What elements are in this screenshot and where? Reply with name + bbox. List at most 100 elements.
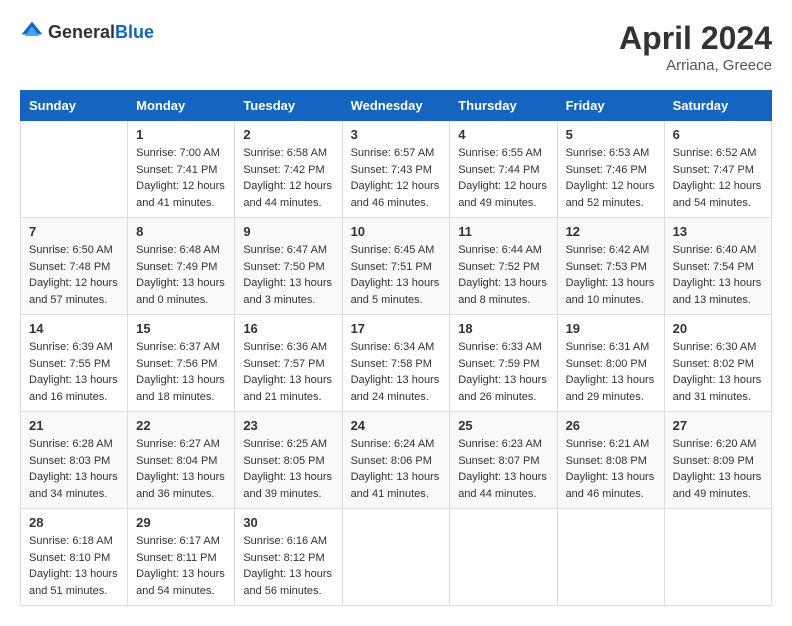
day-info: Sunrise: 6:57 AMSunset: 7:43 PMDaylight:… xyxy=(351,145,442,211)
day-number: 14 xyxy=(29,321,119,336)
day-number: 1 xyxy=(136,127,226,142)
calendar-cell xyxy=(21,121,128,218)
day-number: 4 xyxy=(458,127,548,142)
week-row-1: 1 Sunrise: 7:00 AMSunset: 7:41 PMDaylight… xyxy=(21,121,772,218)
calendar-cell: 28 Sunrise: 6:18 AMSunset: 8:10 PMDayligh… xyxy=(21,509,128,606)
day-number: 24 xyxy=(351,418,442,433)
calendar-cell: 22 Sunrise: 6:27 AMSunset: 8:04 PMDayligh… xyxy=(128,412,235,509)
location: Arriana, Greece xyxy=(619,57,772,74)
day-number: 6 xyxy=(673,127,763,142)
calendar-cell xyxy=(450,509,557,606)
calendar-cell: 20Sunrise: 6:30 AMSunset: 8:02 PMDayligh… xyxy=(664,315,771,412)
calendar-cell: 25Sunrise: 6:23 AMSunset: 8:07 PMDayligh… xyxy=(450,412,557,509)
calendar-cell: 26 Sunrise: 6:21 AMSunset: 8:08 PMDayligh… xyxy=(557,412,664,509)
day-number: 28 xyxy=(29,515,119,530)
calendar-cell: 2Sunrise: 6:58 AMSunset: 7:42 PMDaylight… xyxy=(235,121,342,218)
day-info: Sunrise: 6:52 AMSunset: 7:47 PMDaylight:… xyxy=(673,145,763,211)
day-number: 21 xyxy=(29,418,119,433)
day-info: Sunrise: 6:50 AMSunset: 7:48 PMDaylight:… xyxy=(29,242,119,308)
day-info: Sunrise: 6:25 AMSunset: 8:05 PMDaylight:… xyxy=(243,436,333,502)
title-section: April 2024 Arriana, Greece xyxy=(619,20,772,74)
day-number: 11 xyxy=(458,224,548,239)
day-info: Sunrise: 6:31 AMSunset: 8:00 PMDaylight:… xyxy=(566,339,656,405)
weekday-header-row: SundayMondayTuesdayWednesdayThursdayFrid… xyxy=(21,91,772,121)
weekday-header-sunday: Sunday xyxy=(21,91,128,121)
calendar-cell: 1 Sunrise: 7:00 AMSunset: 7:41 PMDaylight… xyxy=(128,121,235,218)
calendar-cell: 13Sunrise: 6:40 AMSunset: 7:54 PMDayligh… xyxy=(664,218,771,315)
calendar-cell: 16 Sunrise: 6:36 AMSunset: 7:57 PMDayligh… xyxy=(235,315,342,412)
day-number: 20 xyxy=(673,321,763,336)
day-info: Sunrise: 6:44 AMSunset: 7:52 PMDaylight:… xyxy=(458,242,548,308)
calendar-cell xyxy=(342,509,450,606)
calendar-table: SundayMondayTuesdayWednesdayThursdayFrid… xyxy=(20,90,772,606)
day-number: 10 xyxy=(351,224,442,239)
day-number: 16 xyxy=(243,321,333,336)
day-number: 19 xyxy=(566,321,656,336)
day-info: Sunrise: 6:24 AMSunset: 8:06 PMDaylight:… xyxy=(351,436,442,502)
day-info: Sunrise: 6:28 AMSunset: 8:03 PMDaylight:… xyxy=(29,436,119,502)
day-info: Sunrise: 6:47 AMSunset: 7:50 PMDaylight:… xyxy=(243,242,333,308)
day-info: Sunrise: 6:36 AMSunset: 7:57 PMDaylight:… xyxy=(243,339,333,405)
day-number: 23 xyxy=(243,418,333,433)
weekday-header-wednesday: Wednesday xyxy=(342,91,450,121)
calendar-cell: 14Sunrise: 6:39 AMSunset: 7:55 PMDayligh… xyxy=(21,315,128,412)
calendar-cell: 11 Sunrise: 6:44 AMSunset: 7:52 PMDayligh… xyxy=(450,218,557,315)
day-info: Sunrise: 7:00 AMSunset: 7:41 PMDaylight:… xyxy=(136,145,226,211)
calendar-cell: 30 Sunrise: 6:16 AMSunset: 8:12 PMDayligh… xyxy=(235,509,342,606)
day-number: 7 xyxy=(29,224,119,239)
day-number: 27 xyxy=(673,418,763,433)
day-number: 29 xyxy=(136,515,226,530)
day-number: 12 xyxy=(566,224,656,239)
calendar-cell: 5Sunrise: 6:53 AMSunset: 7:46 PMDaylight… xyxy=(557,121,664,218)
calendar-cell: 24 Sunrise: 6:24 AMSunset: 8:06 PMDayligh… xyxy=(342,412,450,509)
day-info: Sunrise: 6:42 AMSunset: 7:53 PMDaylight:… xyxy=(566,242,656,308)
day-number: 3 xyxy=(351,127,442,142)
calendar-cell: 10 Sunrise: 6:45 AMSunset: 7:51 PMDayligh… xyxy=(342,218,450,315)
day-info: Sunrise: 6:18 AMSunset: 8:10 PMDaylight:… xyxy=(29,533,119,599)
calendar-cell: 23 Sunrise: 6:25 AMSunset: 8:05 PMDayligh… xyxy=(235,412,342,509)
day-info: Sunrise: 6:27 AMSunset: 8:04 PMDaylight:… xyxy=(136,436,226,502)
day-number: 22 xyxy=(136,418,226,433)
day-number: 26 xyxy=(566,418,656,433)
calendar-cell: 9 Sunrise: 6:47 AMSunset: 7:50 PMDaylight… xyxy=(235,218,342,315)
day-number: 5 xyxy=(566,127,656,142)
calendar-cell: 15Sunrise: 6:37 AMSunset: 7:56 PMDayligh… xyxy=(128,315,235,412)
day-info: Sunrise: 6:45 AMSunset: 7:51 PMDaylight:… xyxy=(351,242,442,308)
day-info: Sunrise: 6:20 AMSunset: 8:09 PMDaylight:… xyxy=(673,436,763,502)
day-info: Sunrise: 6:55 AMSunset: 7:44 PMDaylight:… xyxy=(458,145,548,211)
calendar-cell: 6 Sunrise: 6:52 AMSunset: 7:47 PMDaylight… xyxy=(664,121,771,218)
day-number: 9 xyxy=(243,224,333,239)
calendar-cell xyxy=(664,509,771,606)
weekday-header-friday: Friday xyxy=(557,91,664,121)
day-info: Sunrise: 6:16 AMSunset: 8:12 PMDaylight:… xyxy=(243,533,333,599)
day-info: Sunrise: 6:34 AMSunset: 7:58 PMDaylight:… xyxy=(351,339,442,405)
calendar-cell: 29Sunrise: 6:17 AMSunset: 8:11 PMDayligh… xyxy=(128,509,235,606)
weekday-header-saturday: Saturday xyxy=(664,91,771,121)
logo-text: GeneralBlue xyxy=(48,22,154,43)
month-title: April 2024 xyxy=(619,20,772,57)
day-info: Sunrise: 6:40 AMSunset: 7:54 PMDaylight:… xyxy=(673,242,763,308)
calendar-cell: 12 Sunrise: 6:42 AMSunset: 7:53 PMDayligh… xyxy=(557,218,664,315)
day-number: 25 xyxy=(458,418,548,433)
calendar-cell: 21 Sunrise: 6:28 AMSunset: 8:03 PMDayligh… xyxy=(21,412,128,509)
day-info: Sunrise: 6:37 AMSunset: 7:56 PMDaylight:… xyxy=(136,339,226,405)
day-number: 18 xyxy=(458,321,548,336)
day-info: Sunrise: 6:33 AMSunset: 7:59 PMDaylight:… xyxy=(458,339,548,405)
day-info: Sunrise: 6:21 AMSunset: 8:08 PMDaylight:… xyxy=(566,436,656,502)
logo-general: General xyxy=(48,22,115,42)
logo: GeneralBlue xyxy=(20,20,154,44)
weekday-header-thursday: Thursday xyxy=(450,91,557,121)
weekday-header-tuesday: Tuesday xyxy=(235,91,342,121)
weekday-header-monday: Monday xyxy=(128,91,235,121)
calendar-cell: 4 Sunrise: 6:55 AMSunset: 7:44 PMDaylight… xyxy=(450,121,557,218)
logo-blue: Blue xyxy=(115,22,154,42)
calendar-body: 1 Sunrise: 7:00 AMSunset: 7:41 PMDaylight… xyxy=(21,121,772,606)
week-row-4: 21 Sunrise: 6:28 AMSunset: 8:03 PMDayligh… xyxy=(21,412,772,509)
day-number: 8 xyxy=(136,224,226,239)
day-info: Sunrise: 6:48 AMSunset: 7:49 PMDaylight:… xyxy=(136,242,226,308)
day-number: 2 xyxy=(243,127,333,142)
day-number: 17 xyxy=(351,321,442,336)
week-row-5: 28 Sunrise: 6:18 AMSunset: 8:10 PMDayligh… xyxy=(21,509,772,606)
day-number: 30 xyxy=(243,515,333,530)
calendar-cell: 19 Sunrise: 6:31 AMSunset: 8:00 PMDayligh… xyxy=(557,315,664,412)
